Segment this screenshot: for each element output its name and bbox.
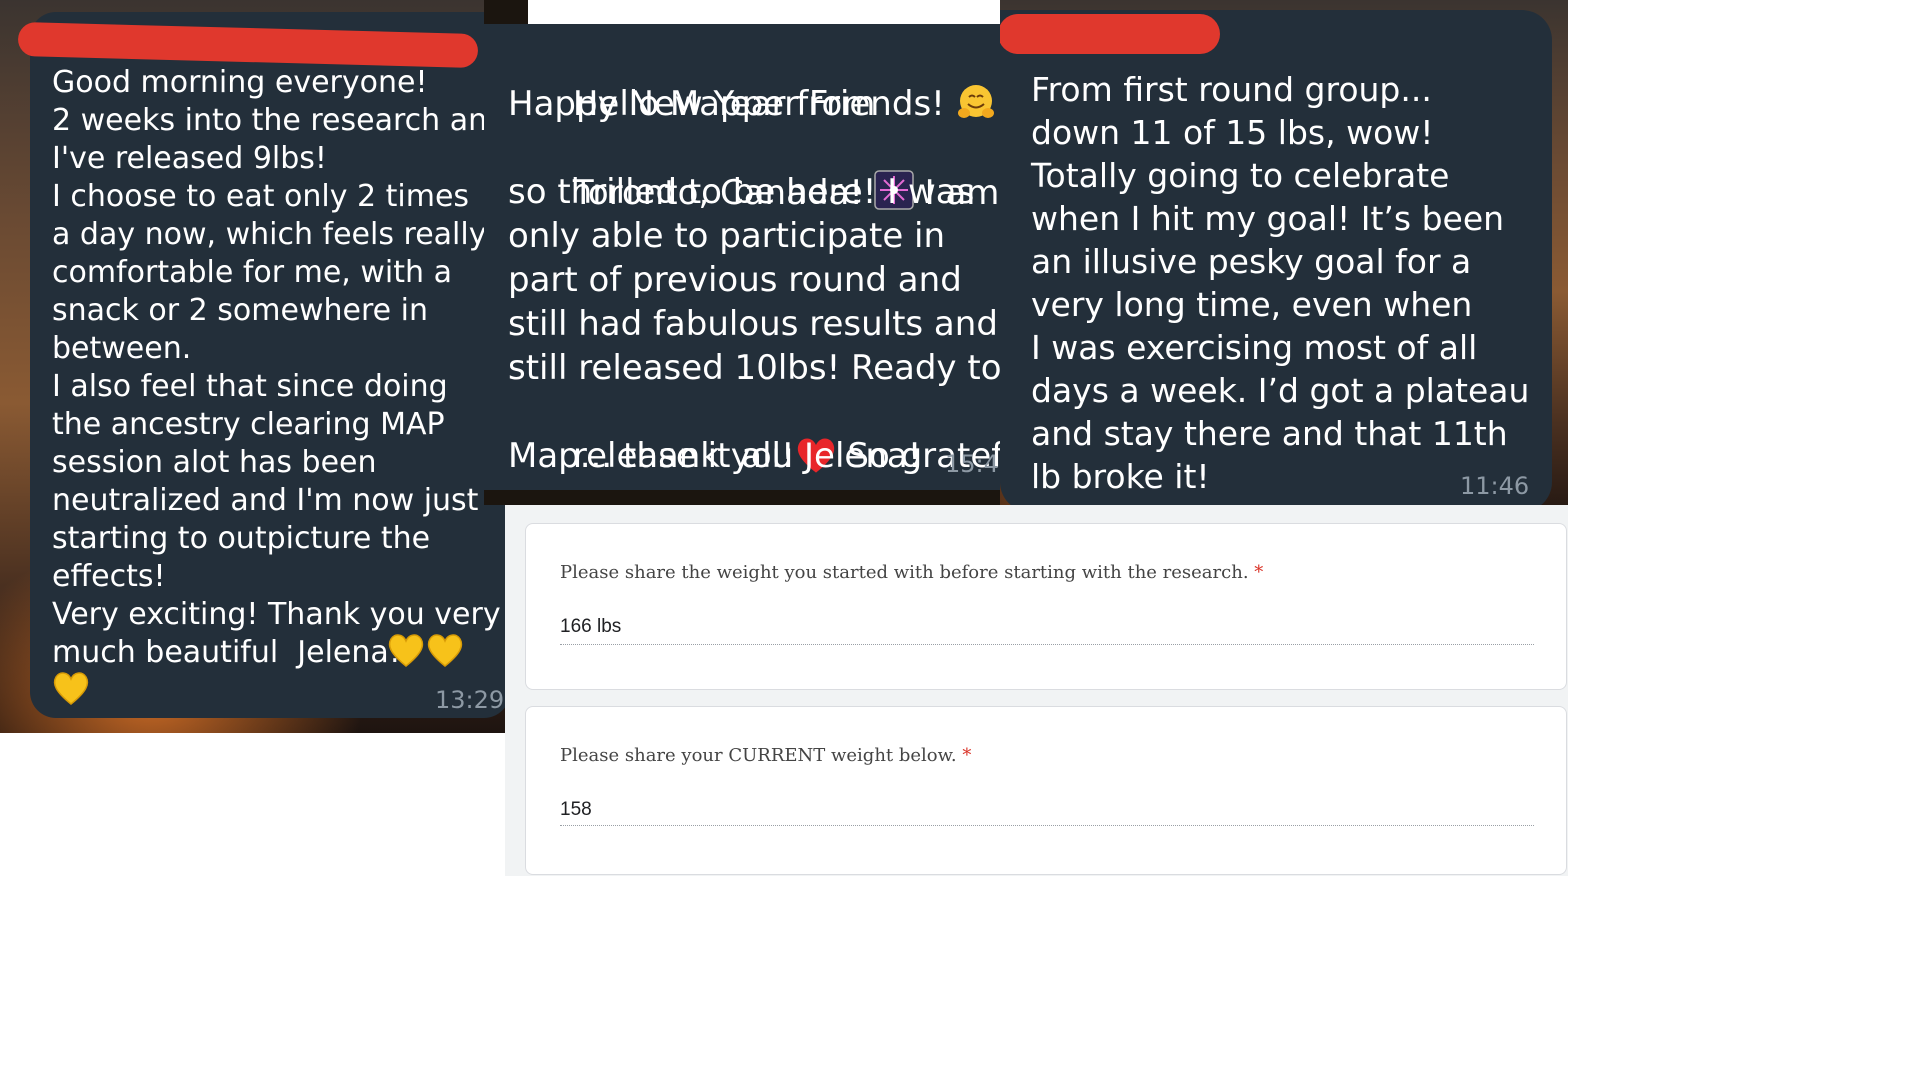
middle-screenshot-panel: Hello Mapper Friends! Happy New Year fro…: [484, 0, 1000, 505]
yellow-heart-icon: [388, 634, 424, 667]
question-label-1: Please share the weight you started with…: [560, 562, 1263, 583]
middle-message-time: 15:4: [945, 450, 999, 478]
required-asterisk-2: *: [962, 745, 972, 766]
weight-current-input[interactable]: 158: [560, 799, 592, 821]
weight-start-input-underline: [560, 644, 1534, 645]
middle-line-4: so thrilled to be here! I was: [508, 172, 975, 212]
middle-line-2: Happy New Year from: [508, 84, 876, 124]
form-question-card-1: Please share the weight you started with…: [525, 523, 1567, 690]
weight-current-input-underline: [560, 825, 1534, 826]
yellow-heart-icon: [53, 672, 89, 705]
middle-line-7: still had fabulous results and: [508, 304, 998, 344]
middle-message-bubble: Hello Mapper Friends! Happy New Year fro…: [484, 24, 1000, 490]
question-label-2-text: Please share your CURRENT weight below.: [560, 745, 957, 766]
required-asterisk-1: *: [1254, 562, 1264, 583]
right-redaction-mark: [1000, 14, 1220, 54]
middle-line-10: Map... thank you Jelena!: [508, 436, 922, 476]
left-message-bubble: Good morning everyone! 2 weeks into the …: [30, 12, 505, 718]
form-question-card-2: Please share your CURRENT weight below. …: [525, 706, 1567, 875]
right-screenshot-panel: From first round group... down 11 of 15 …: [1000, 0, 1568, 530]
right-message-time: 11:46: [1460, 472, 1530, 500]
right-message-bubble: From first round group... down 11 of 15 …: [1000, 10, 1552, 512]
middle-line-8: still released 10lbs! Ready to: [508, 348, 1000, 388]
left-screenshot-panel: Good morning everyone! 2 weeks into the …: [0, 0, 505, 733]
question-label-2: Please share your CURRENT weight below. …: [560, 745, 971, 766]
left-message-time: 13:29: [435, 686, 505, 714]
question-label-1-text: Please share the weight you started with…: [560, 562, 1249, 583]
right-message-text: From first round group... down 11 of 15 …: [1031, 70, 1530, 496]
weight-start-input[interactable]: 166 lbs: [560, 616, 621, 638]
yellow-heart-icon: [427, 634, 463, 667]
form-area: Please share the weight you started with…: [505, 505, 1568, 876]
hugging-face-icon: [957, 85, 994, 118]
left-message-text: Good morning everyone! 2 weeks into the …: [52, 65, 505, 670]
middle-line-6: part of previous round and: [508, 260, 962, 300]
middle-line-5: only able to participate in: [508, 216, 946, 256]
